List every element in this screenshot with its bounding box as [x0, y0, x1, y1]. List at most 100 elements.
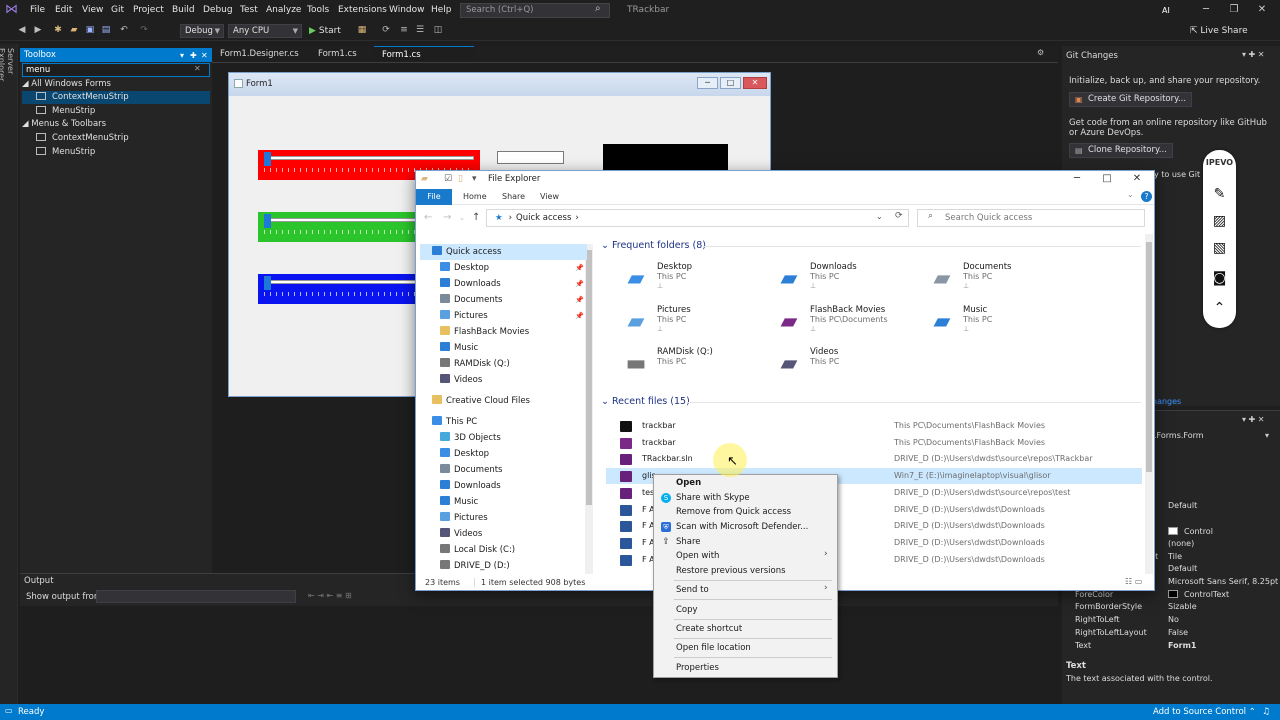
nav-item[interactable]: Pictures: [420, 510, 587, 526]
menu-project[interactable]: Project: [133, 3, 164, 18]
menu-view[interactable]: View: [82, 3, 103, 18]
menu-item-open[interactable]: Open: [676, 476, 701, 490]
property-row[interactable]: RightToLeftLayout False: [1070, 627, 1272, 639]
vs-search-input[interactable]: Search (Ctrl+Q): [460, 3, 610, 18]
object-dropdown-icon[interactable]: ▾: [1265, 431, 1269, 440]
menu-item-properties[interactable]: Properties: [676, 661, 719, 675]
properties-quick-icon[interactable]: ☑: [444, 173, 452, 185]
search-icon[interactable]: ⌕: [595, 3, 601, 14]
nav-item[interactable]: This PC: [420, 414, 587, 430]
recent-files-header[interactable]: ⌄ Recent files (15): [601, 395, 690, 409]
platform-select[interactable]: Any CPU ▼: [228, 24, 302, 38]
menu-help[interactable]: Help: [431, 3, 452, 18]
refresh-icon[interactable]: ⟳: [895, 211, 903, 221]
menu-file[interactable]: File: [30, 3, 45, 18]
nav-item[interactable]: 3D Objects: [420, 430, 587, 446]
menu-item-send-to[interactable]: Send to: [676, 583, 709, 597]
undo-icon[interactable]: ↶: [118, 24, 130, 37]
nav-item[interactable]: Creative Cloud Files: [420, 393, 587, 409]
forward-arrow-icon[interactable]: →: [443, 212, 451, 224]
start-button[interactable]: ▶ Start: [309, 24, 341, 38]
open-folder-icon[interactable]: ▰: [68, 24, 80, 37]
nav-item[interactable]: Pictures: [420, 308, 587, 324]
nav-item[interactable]: Documents: [420, 292, 587, 308]
tab-form1-cs[interactable]: Form1.cs: [310, 46, 365, 62]
quick-access-dropdown-icon[interactable]: ▾: [472, 173, 477, 185]
menu-edit[interactable]: Edit: [55, 3, 72, 18]
nav-item[interactable]: RAMDisk (Q:): [420, 356, 587, 372]
nav-item[interactable]: Quick access: [420, 244, 587, 260]
props-panel-controls-icon[interactable]: ▾ ✚ ✕: [1242, 415, 1265, 424]
toolbar-comment-icon[interactable]: ☰: [414, 24, 426, 37]
menu-item-remove-from-quick-access[interactable]: Remove from Quick access: [676, 505, 791, 519]
ribbon-tab-view[interactable]: View: [540, 189, 559, 205]
ribbon-expand-icon[interactable]: ⌄: [1127, 190, 1134, 199]
properties-object-selector[interactable]: .Forms.Form: [1154, 431, 1204, 441]
menu-item-open-with[interactable]: Open with: [676, 549, 719, 563]
table-row[interactable]: trackbar This PC\Documents\FlashBack Movi…: [606, 435, 1142, 451]
menu-extensions[interactable]: Extensions: [338, 3, 387, 18]
forward-icon[interactable]: ▶: [32, 24, 44, 37]
menu-analyze[interactable]: Analyze: [266, 3, 301, 18]
recent-locations-icon[interactable]: ⌄: [459, 212, 465, 224]
nav-item[interactable]: Videos: [420, 372, 587, 388]
view-toggle-icon[interactable]: ☷ ▭: [1125, 577, 1142, 586]
ribbon-tab-home[interactable]: Home: [463, 189, 487, 205]
add-to-source-control-button[interactable]: Add to Source Control ⌃: [1153, 704, 1256, 720]
vs-maximize-icon[interactable]: ❐: [1224, 2, 1244, 18]
avatar[interactable]: AI: [1162, 4, 1176, 17]
content-scrollbar[interactable]: [1145, 234, 1153, 574]
frequent-folder[interactable]: ▰ Music This PC ⊥: [928, 305, 1063, 343]
nav-item[interactable]: DRIVE_D (D:): [420, 558, 587, 574]
toolbar-format-icon[interactable]: ≡: [398, 24, 410, 37]
output-toolbar-icons[interactable]: ⇤ ⇥ ⇤ ≡ ⊞: [308, 591, 352, 600]
nav-item[interactable]: Local Disk (C:): [420, 542, 587, 558]
toolbar-hot-reload-icon[interactable]: ⟳: [380, 24, 392, 37]
menu-item-restore-previous-versions[interactable]: Restore previous versions: [676, 564, 786, 578]
table-row[interactable]: TRackbar.sln DRIVE_D (D:)\Users\dwdst\sou…: [606, 451, 1142, 467]
save-icon[interactable]: ▣: [84, 24, 96, 37]
toolbar-tool-icon[interactable]: ▦: [356, 24, 368, 37]
frequent-folder[interactable]: ▰ Pictures This PC ⊥: [622, 305, 757, 343]
nav-item[interactable]: Downloads: [420, 276, 587, 292]
camera-icon[interactable]: ◙: [1209, 268, 1230, 288]
frequent-folder[interactable]: ▬ RAMDisk (Q:) This PC: [622, 347, 757, 385]
output-text-area[interactable]: [20, 606, 1058, 704]
menu-item-open-file-location[interactable]: Open file location: [676, 641, 751, 655]
toolbox-item-contextmenustrip[interactable]: ContextMenuStrip: [22, 91, 210, 104]
toolbox-group-menus-toolbars[interactable]: ◢ Menus & Toolbars: [22, 118, 210, 131]
form-color-panel[interactable]: [603, 144, 728, 170]
frequent-folder[interactable]: ▰ FlashBack Movies This PC\Documents ⊥: [775, 305, 910, 343]
tab-list-icon[interactable]: ⚙: [1037, 48, 1044, 57]
table-row[interactable]: trackbar This PC\Documents\FlashBack Movi…: [606, 418, 1142, 434]
explorer-maximize-icon[interactable]: □: [1092, 171, 1122, 187]
toolbox-search-input[interactable]: menu: [22, 63, 210, 77]
ribbon-tab-share[interactable]: Share: [502, 189, 525, 205]
property-row[interactable]: Text Form1: [1070, 640, 1272, 652]
menu-build[interactable]: Build: [172, 3, 195, 18]
redo-icon[interactable]: ↷: [138, 24, 150, 37]
menu-item-copy[interactable]: Copy: [676, 603, 698, 617]
menu-test[interactable]: Test: [240, 3, 258, 18]
explorer-search-input[interactable]: Search Quick access: [917, 209, 1145, 227]
new-item-icon[interactable]: ✱: [52, 24, 64, 37]
toolbox-close-icon[interactable]: ✕: [201, 49, 208, 62]
help-icon[interactable]: ?: [1141, 191, 1152, 202]
property-row[interactable]: FormBorderStyle Sizable: [1070, 601, 1272, 613]
create-git-repository-button[interactable]: ▣ Create Git Repository...: [1069, 92, 1193, 107]
output-source-select[interactable]: [96, 590, 296, 603]
notification-bell-icon[interactable]: ♫: [1262, 704, 1270, 720]
frequent-folder[interactable]: ▰ Desktop This PC ⊥: [622, 262, 757, 300]
menu-window[interactable]: Window: [389, 3, 425, 18]
nav-item[interactable]: Videos: [420, 526, 587, 542]
frequent-folder[interactable]: ▰ Videos This PC: [775, 347, 910, 385]
vs-minimize-icon[interactable]: ─: [1196, 2, 1216, 18]
server-explorer-tab[interactable]: Server Explorer: [0, 48, 15, 108]
menu-tools[interactable]: Tools: [307, 3, 329, 18]
toolbox-item-contextmenustrip-2[interactable]: ContextMenuStrip: [22, 132, 210, 145]
address-dropdown-icon[interactable]: ⌄: [876, 212, 883, 221]
explorer-minimize-icon[interactable]: ─: [1062, 171, 1092, 187]
toolbox-item-menustrip-2[interactable]: MenuStrip: [22, 146, 210, 159]
menu-item-scan-defender[interactable]: Scan with Microsoft Defender...: [676, 520, 808, 534]
frequent-folder[interactable]: ▰ Downloads This PC ⊥: [775, 262, 910, 300]
